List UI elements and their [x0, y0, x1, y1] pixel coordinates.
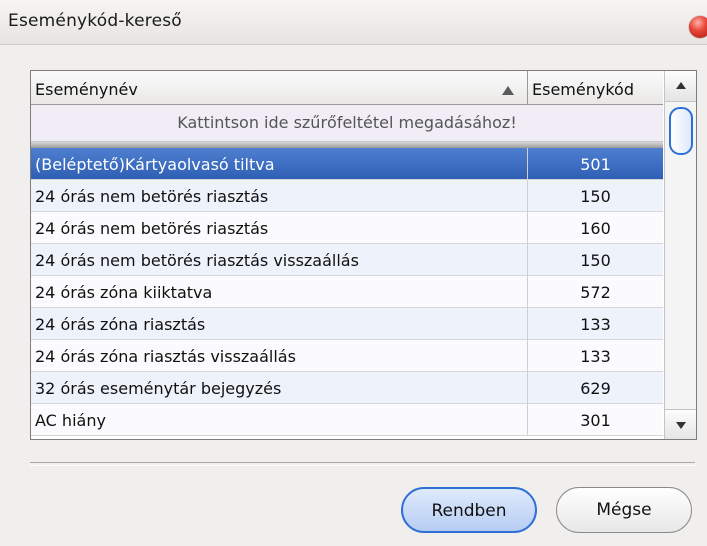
event-code-cell: 150 — [580, 187, 611, 206]
arrow-up-icon — [676, 82, 686, 89]
event-name-cell: 24 órás zóna riasztás — [31, 308, 528, 340]
table-row[interactable]: 32 órás eseménytár bejegyzés 629 — [31, 372, 663, 404]
scroll-up-button[interactable] — [665, 71, 696, 102]
scroll-down-button[interactable] — [665, 409, 696, 439]
column-header-event-code[interactable]: Eseménykód — [528, 71, 663, 104]
table-row[interactable]: 24 órás zóna riasztás visszaállás 133 — [31, 340, 663, 372]
divider — [30, 462, 695, 466]
event-code-cell: 133 — [580, 315, 611, 334]
table-row[interactable]: AC hiány 301 — [31, 404, 663, 436]
event-name-cell: 24 órás zóna kiiktatva — [31, 276, 528, 308]
event-name-cell: 24 órás nem betörés riasztás visszaállás — [31, 244, 528, 276]
event-name-cell: 24 órás zóna riasztás visszaállás — [31, 340, 528, 372]
event-name-cell: (Beléptető)Kártyaolvasó tiltva — [31, 148, 528, 180]
column-header-event-name[interactable]: Eseménynév — [31, 71, 528, 104]
event-code-cell: 133 — [580, 347, 611, 366]
table-row[interactable]: 24 órás nem betörés riasztás 160 — [31, 212, 663, 244]
table-row[interactable]: 24 órás nem betörés riasztás 150 — [31, 180, 663, 212]
event-name-cell: 32 órás eseménytár bejegyzés — [31, 372, 528, 404]
filter-row[interactable]: Kattintson ide szűrőfeltétel megadásához… — [31, 105, 663, 142]
table-row[interactable]: (Beléptető)Kártyaolvasó tiltva 501 — [31, 148, 663, 180]
table-row[interactable]: 24 órás nem betörés riasztás visszaállás… — [31, 244, 663, 276]
event-name-cell: 24 órás nem betörés riasztás — [31, 180, 528, 212]
table-row[interactable]: 24 órás zóna kiiktatva 572 — [31, 276, 663, 308]
event-code-cell: 160 — [580, 219, 611, 238]
event-code-cell: 501 — [580, 155, 611, 174]
close-icon[interactable] — [689, 16, 707, 38]
event-code-cell: 301 — [580, 411, 611, 430]
table-row[interactable]: 24 órás zóna riasztás 133 — [31, 308, 663, 340]
scroll-thumb[interactable] — [669, 107, 693, 155]
arrow-down-icon — [676, 422, 686, 429]
grid-header: Eseménynév Eseménykód — [31, 71, 663, 105]
event-code-cell: 629 — [580, 379, 611, 398]
event-name-cell: AC hiány — [31, 404, 528, 436]
filter-hint: Kattintson ide szűrőfeltétel megadásához… — [177, 113, 517, 132]
vertical-scrollbar[interactable] — [664, 71, 696, 439]
title-bar: Eseménykód-kereső — [0, 0, 707, 45]
ok-button[interactable]: Rendben — [401, 487, 537, 533]
event-name-cell: 24 órás nem betörés riasztás — [31, 212, 528, 244]
event-code-grid: Eseménynév Eseménykód Kattintson ide szű… — [30, 70, 697, 440]
sort-ascending-icon — [502, 86, 514, 95]
event-code-cell: 150 — [580, 251, 611, 270]
window-title: Eseménykód-kereső — [8, 11, 182, 31]
cancel-button[interactable]: Mégse — [556, 487, 692, 533]
event-code-cell: 572 — [580, 283, 611, 302]
column-header-event-code-label: Eseménykód — [532, 80, 634, 99]
column-header-event-name-label: Eseménynév — [35, 80, 138, 99]
